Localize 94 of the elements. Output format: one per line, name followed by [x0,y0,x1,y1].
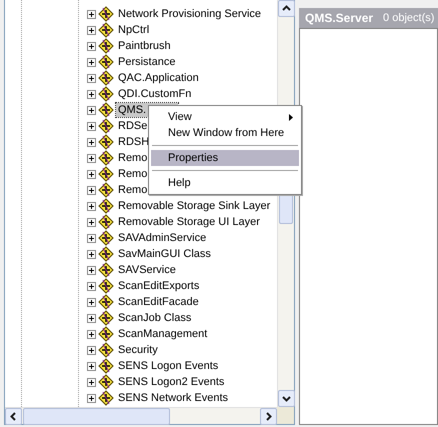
tree-item[interactable]: ScanEditExports [116,279,202,293]
tree-item[interactable]: SENS Network Events [116,391,230,405]
object-count: 0 object(s) [383,12,434,24]
component-icon [98,310,114,326]
menu-item-label: Properties [168,152,218,164]
expand-icon[interactable] [87,218,96,226]
expand-icon[interactable] [87,58,96,66]
expand-icon[interactable] [87,298,96,306]
tree-item[interactable]: Removable Storage Sink Layer [116,199,272,213]
expand-icon[interactable] [87,378,96,386]
pane-title: QMS.Server [305,11,374,25]
component-icon [98,86,114,102]
component-icon [98,278,114,294]
scroll-down-button[interactable] [278,390,295,407]
component-icon [98,262,114,278]
tree-item[interactable]: Paintbrush [116,39,173,53]
tree-item[interactable]: Remo [116,167,150,181]
expand-icon[interactable] [87,282,96,290]
tree-item[interactable]: QAC.Application [116,71,201,85]
scrollbar-corner [277,407,294,424]
tree-item[interactable]: ScanJob Class [116,311,194,325]
scrollbar-thumb[interactable] [23,408,170,424]
tree-item[interactable]: ScanEditFacade [116,295,201,309]
expand-icon[interactable] [87,122,96,130]
expand-icon[interactable] [87,362,96,370]
tree-item[interactable]: NpCtrl [116,23,152,37]
menu-item-label: Help [168,177,191,189]
chevron-right-icon [264,412,273,420]
expand-icon[interactable] [87,170,96,178]
component-icon [98,22,114,38]
component-icon [98,390,114,406]
component-icon [98,342,114,358]
component-icon [98,70,114,86]
component-icon [98,358,114,374]
expand-icon[interactable] [87,250,96,258]
expand-icon[interactable] [87,74,96,82]
expand-icon[interactable] [87,90,96,98]
tree-item[interactable]: Remo [116,151,150,165]
component-icon [98,326,114,342]
expand-icon[interactable] [87,42,96,50]
tree-item[interactable]: RDSe [116,119,150,133]
tree-item[interactable]: ScanManagement [116,327,210,341]
tree-item[interactable]: SavMainGUI Class [116,247,213,261]
menu-item[interactable]: Properties [151,150,299,166]
expand-icon[interactable] [87,314,96,322]
tree-item[interactable]: SENS Logon2 Events [116,375,226,389]
tree-item[interactable]: SAVService [116,263,178,277]
tree-item[interactable]: Network Provisioning Service [116,7,264,21]
component-icon [98,102,114,118]
expand-icon[interactable] [87,346,96,354]
scroll-left-button[interactable] [5,408,22,424]
expand-icon[interactable] [87,154,96,162]
chevron-down-icon [282,394,291,403]
chevron-left-icon [9,412,18,420]
expand-icon[interactable] [87,138,96,146]
expand-icon[interactable] [87,186,96,194]
tree-item[interactable]: Security [116,343,160,357]
menu-item[interactable]: Help [151,175,299,191]
component-icon [98,166,114,182]
tree-item[interactable]: QDI.CustomFn [116,87,194,101]
expand-icon[interactable] [87,106,96,114]
component-icon [98,246,114,262]
component-icon [98,150,114,166]
component-icon [98,134,114,150]
horizontal-scrollbar[interactable] [5,407,277,424]
expand-icon[interactable] [87,202,96,210]
expand-icon[interactable] [87,394,96,402]
component-icon [98,38,114,54]
expand-icon[interactable] [87,330,96,338]
component-icon [98,230,114,246]
tree-item[interactable]: SENS Logon Events [116,359,220,373]
component-icon [98,294,114,310]
submenu-arrow-icon [289,114,293,120]
chevron-up-icon [282,4,291,13]
expand-icon[interactable] [87,234,96,242]
component-icon [98,118,114,134]
menu-item[interactable]: New Window from Here [151,125,299,141]
component-icon [98,182,114,198]
tree-item[interactable]: Remo [116,183,150,197]
scroll-up-button[interactable] [278,0,295,17]
tree-item[interactable]: SAVAdminService [116,231,208,245]
component-icon [98,198,114,214]
component-icon [98,6,114,22]
expand-icon[interactable] [87,26,96,34]
expand-icon[interactable] [87,10,96,18]
tree-item[interactable]: Persistance [116,55,178,69]
scroll-right-button[interactable] [260,408,277,424]
tree-item[interactable]: RDSH [116,135,152,149]
component-icon [98,54,114,70]
menu-item-label: New Window from Here [168,127,284,139]
component-icon [98,214,114,230]
tree-item[interactable]: Removable Storage UI Layer [116,215,262,229]
expand-icon[interactable] [87,266,96,274]
component-icon [98,374,114,390]
